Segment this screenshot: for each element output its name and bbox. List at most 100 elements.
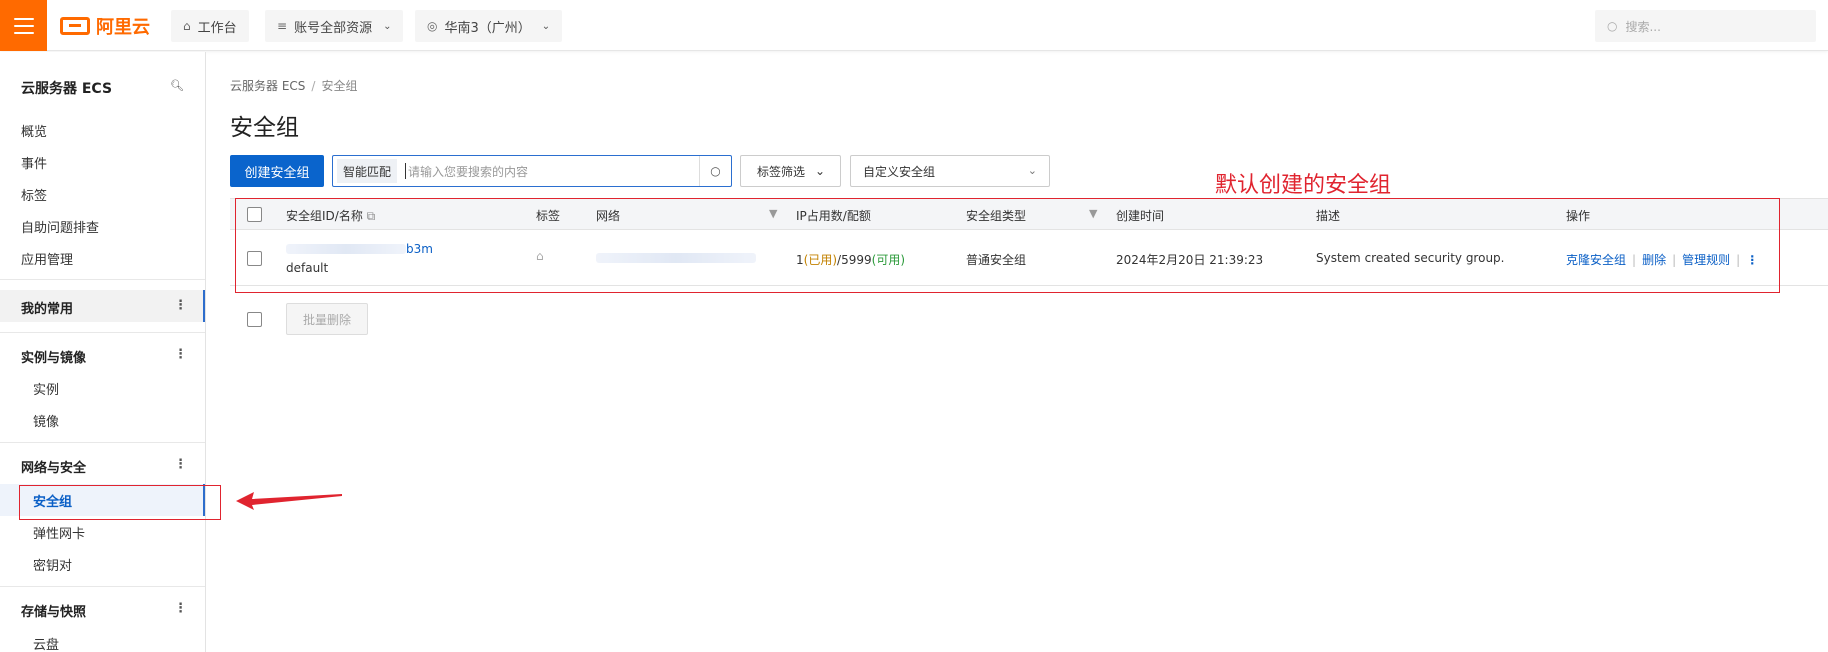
security-group-type-select[interactable]: 自定义安全组 ⌄ bbox=[850, 155, 1050, 187]
ip-quota-value: 1(已用)/5999(可用) bbox=[796, 253, 906, 267]
sidebar-item-troubleshoot[interactable]: 自助问题排查 bbox=[21, 217, 99, 236]
table-header: 安全组ID/名称 ⧉ 标签 网络 ▼ IP占用数/配额 安全组类型 ▼ 创建时间… bbox=[230, 198, 1828, 230]
column-header-ip-quota: IP占用数/配额 bbox=[796, 209, 871, 223]
more-vertical-icon[interactable]: ⋮ bbox=[174, 601, 187, 616]
sidebar-divider bbox=[0, 442, 205, 443]
sidebar-section-instances-images[interactable]: 实例与镜像 bbox=[21, 347, 86, 366]
security-group-id-link[interactable]: b3m bbox=[406, 242, 433, 256]
aliyun-logo[interactable]: 阿里云 bbox=[60, 14, 150, 38]
column-header-label: 安全组ID/名称 bbox=[286, 209, 363, 223]
sidebar-search-icon[interactable]: 🔍︎ bbox=[170, 79, 184, 92]
more-vertical-icon[interactable]: ⋮ bbox=[174, 347, 187, 362]
global-search-input[interactable]: ○ 搜索... bbox=[1595, 10, 1816, 42]
sidebar-item-tags[interactable]: 标签 bbox=[21, 185, 47, 204]
search-placeholder: 请输入您要搜索的内容 bbox=[408, 164, 529, 179]
sidebar-item-keypairs[interactable]: 密钥对 bbox=[33, 555, 72, 574]
breadcrumb-current: 安全组 bbox=[321, 79, 358, 93]
chevron-down-icon: ⌄ bbox=[383, 20, 392, 32]
region-label: 华南3（广州） bbox=[444, 20, 531, 36]
breadcrumb-separator: / bbox=[311, 79, 316, 93]
tag-filter-button[interactable]: 标签筛选 ⌄ bbox=[740, 155, 841, 187]
security-group-type-value: 自定义安全组 bbox=[863, 164, 936, 179]
breadcrumb-root-link[interactable]: 云服务器 ECS bbox=[230, 79, 305, 93]
sidebar-item-events[interactable]: 事件 bbox=[21, 153, 47, 172]
column-header-network: 网络 bbox=[596, 209, 621, 223]
sidebar-divider bbox=[0, 586, 205, 587]
tag-filter-label: 标签筛选 bbox=[757, 164, 806, 179]
sidebar-section-favorites[interactable]: 我的常用 bbox=[21, 298, 73, 317]
more-vertical-icon[interactable]: ⋮ bbox=[1746, 253, 1758, 267]
text-caret bbox=[405, 163, 407, 179]
search-icon[interactable]: ○ bbox=[699, 156, 731, 186]
page-title: 安全组 bbox=[230, 115, 299, 141]
search-input[interactable]: 智能匹配 请输入您要搜索的内容 ○ bbox=[332, 155, 732, 187]
sidebar-item-images[interactable]: 镜像 bbox=[33, 411, 59, 430]
ip-used-count: 1 bbox=[796, 253, 804, 267]
row-actions: 克隆安全组 | 删除 | 管理规则 | ⋮ bbox=[1566, 253, 1759, 267]
copy-icon[interactable]: ⧉ bbox=[367, 209, 376, 223]
annotation-text: 默认创建的安全组 bbox=[1215, 173, 1392, 198]
workbench-button[interactable]: ⌂ 工作台 bbox=[171, 10, 249, 42]
column-header-type: 安全组类型 bbox=[966, 209, 1027, 223]
more-vertical-icon[interactable]: ⋮ bbox=[174, 457, 187, 472]
ip-quota-count: 5999 bbox=[841, 253, 872, 267]
bulk-delete-button[interactable]: 批量删除 bbox=[286, 303, 368, 335]
filter-icon[interactable]: ▼ bbox=[769, 207, 777, 220]
tag-icon[interactable]: ⌂ bbox=[536, 249, 544, 263]
sidebar-item-app-management[interactable]: 应用管理 bbox=[21, 249, 73, 268]
sidebar-divider bbox=[0, 279, 205, 280]
aliyun-logo-icon bbox=[60, 17, 90, 35]
top-bar: 阿里云 ⌂ 工作台 ≡ 账号全部资源 ⌄ ◎ 华南3（广州） ⌄ ○ 搜索... bbox=[0, 0, 1828, 51]
redacted-network bbox=[596, 253, 756, 263]
search-icon: ○ bbox=[1607, 19, 1618, 33]
security-group-type: 普通安全组 bbox=[966, 253, 1027, 267]
logo-text: 阿里云 bbox=[96, 17, 150, 38]
created-time: 2024年2月20日 21:39:23 bbox=[1116, 253, 1264, 267]
sidebar-item-eni[interactable]: 弹性网卡 bbox=[33, 523, 85, 542]
hamburger-menu-button[interactable] bbox=[0, 0, 47, 51]
row-checkbox[interactable] bbox=[247, 251, 262, 266]
search-mode-dropdown[interactable]: 智能匹配 bbox=[337, 159, 398, 183]
delete-link[interactable]: 删除 bbox=[1642, 253, 1666, 267]
select-all-checkbox[interactable] bbox=[247, 207, 262, 222]
manage-rules-link[interactable]: 管理规则 bbox=[1682, 253, 1730, 267]
create-security-group-button[interactable]: 创建安全组 bbox=[230, 155, 324, 187]
resource-scope-label: 账号全部资源 bbox=[294, 20, 373, 36]
global-search-placeholder: 搜索... bbox=[1625, 19, 1661, 34]
sidebar-item-instances[interactable]: 实例 bbox=[33, 379, 59, 398]
column-header-description: 描述 bbox=[1316, 209, 1341, 223]
breadcrumb: 云服务器 ECS / 安全组 bbox=[230, 77, 357, 94]
chevron-down-icon: ⌄ bbox=[541, 20, 551, 32]
ip-used-label: 已用 bbox=[808, 253, 833, 267]
column-header-created: 创建时间 bbox=[1116, 209, 1165, 223]
bulk-select-checkbox[interactable] bbox=[247, 312, 262, 327]
redacted-id bbox=[286, 244, 406, 254]
chevron-down-icon: ⌄ bbox=[815, 164, 826, 178]
workbench-label: 工作台 bbox=[197, 20, 237, 36]
more-vertical-icon[interactable]: ⋮ bbox=[174, 298, 187, 313]
location-icon: ◎ bbox=[427, 19, 438, 33]
home-icon: ⌂ bbox=[183, 19, 191, 33]
sidebar-item-overview[interactable]: 概览 bbox=[21, 121, 47, 140]
security-group-name: default bbox=[286, 261, 329, 275]
sidebar-divider bbox=[0, 332, 205, 333]
description: System created security group. bbox=[1316, 251, 1505, 265]
chevron-down-icon: ⌄ bbox=[1027, 164, 1037, 177]
stack-icon: ≡ bbox=[277, 19, 288, 33]
table-row: b3m default ⌂ 1(已用)/5999(可用) 普通安全组 2024年… bbox=[230, 231, 1828, 286]
resource-scope-dropdown[interactable]: ≡ 账号全部资源 ⌄ bbox=[265, 10, 404, 42]
filter-icon[interactable]: ▼ bbox=[1089, 207, 1097, 220]
sidebar-item-disks[interactable]: 云盘 bbox=[33, 634, 59, 652]
column-header-tags: 标签 bbox=[536, 209, 561, 223]
clone-security-group-link[interactable]: 克隆安全组 bbox=[1566, 253, 1626, 267]
sidebar: 云服务器 ECS 🔍︎ 概览 事件 标签 自助问题排查 应用管理 我的常用 ⋮ … bbox=[0, 52, 206, 652]
ip-available-label: 可用 bbox=[876, 253, 901, 267]
column-header-actions: 操作 bbox=[1566, 209, 1591, 223]
sidebar-title: 云服务器 ECS bbox=[21, 81, 113, 97]
region-dropdown[interactable]: ◎ 华南3（广州） ⌄ bbox=[415, 10, 563, 42]
annotation-arrow-icon bbox=[236, 492, 342, 510]
sidebar-item-security-groups[interactable]: 安全组 bbox=[33, 491, 72, 510]
sidebar-active-highlight bbox=[0, 484, 205, 516]
sidebar-section-network-security[interactable]: 网络与安全 bbox=[21, 457, 86, 476]
sidebar-section-storage-snapshots[interactable]: 存储与快照 bbox=[21, 601, 86, 620]
